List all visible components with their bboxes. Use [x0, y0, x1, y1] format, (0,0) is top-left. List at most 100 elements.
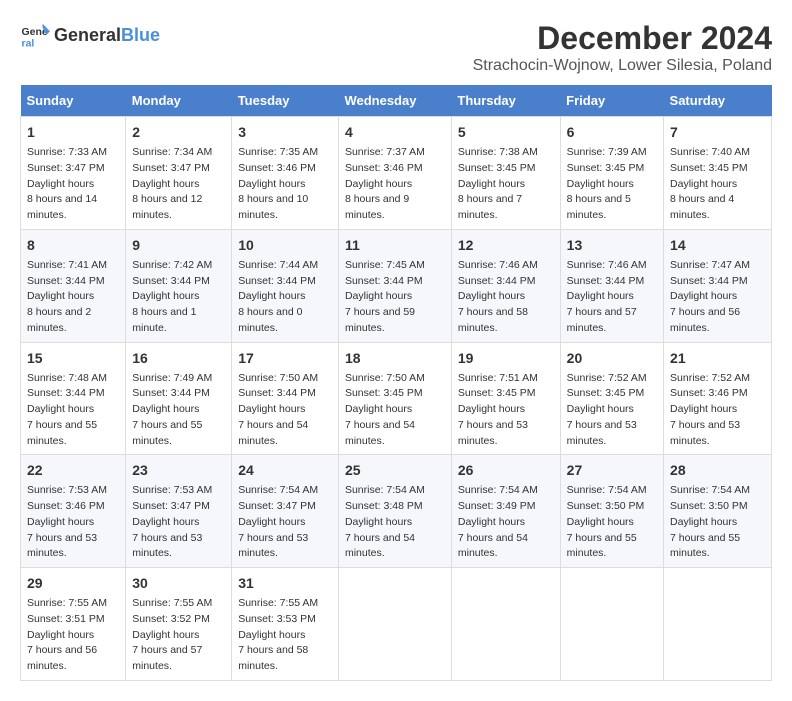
- day-info: Sunrise: 7:53 AMSunset: 3:47 PMDaylight …: [132, 483, 225, 562]
- calendar-week-row: 1Sunrise: 7:33 AMSunset: 3:47 PMDaylight…: [21, 117, 772, 230]
- day-info: Sunrise: 7:53 AMSunset: 3:46 PMDaylight …: [27, 483, 119, 562]
- day-info: Sunrise: 7:52 AMSunset: 3:46 PMDaylight …: [670, 371, 765, 450]
- calendar-week-row: 22Sunrise: 7:53 AMSunset: 3:46 PMDayligh…: [21, 455, 772, 568]
- day-number: 30: [132, 573, 225, 594]
- day-info: Sunrise: 7:50 AMSunset: 3:45 PMDaylight …: [345, 371, 445, 450]
- calendar-cell: 30Sunrise: 7:55 AMSunset: 3:52 PMDayligh…: [126, 568, 232, 681]
- day-number: 16: [132, 348, 225, 369]
- day-info: Sunrise: 7:41 AMSunset: 3:44 PMDaylight …: [27, 258, 119, 337]
- day-info: Sunrise: 7:46 AMSunset: 3:44 PMDaylight …: [567, 258, 657, 337]
- day-number: 3: [238, 122, 332, 143]
- page-subtitle: Strachocin-Wojnow, Lower Silesia, Poland: [473, 57, 772, 75]
- calendar-cell: 28Sunrise: 7:54 AMSunset: 3:50 PMDayligh…: [664, 455, 772, 568]
- day-info: Sunrise: 7:35 AMSunset: 3:46 PMDaylight …: [238, 145, 332, 224]
- calendar-cell: 5Sunrise: 7:38 AMSunset: 3:45 PMDaylight…: [451, 117, 560, 230]
- calendar-cell: 10Sunrise: 7:44 AMSunset: 3:44 PMDayligh…: [232, 229, 339, 342]
- day-number: 11: [345, 235, 445, 256]
- logo: Gene ral GeneralBlue: [20, 20, 160, 50]
- day-info: Sunrise: 7:55 AMSunset: 3:52 PMDaylight …: [132, 596, 225, 675]
- day-info: Sunrise: 7:52 AMSunset: 3:45 PMDaylight …: [567, 371, 657, 450]
- day-number: 27: [567, 460, 657, 481]
- calendar-cell: 16Sunrise: 7:49 AMSunset: 3:44 PMDayligh…: [126, 342, 232, 455]
- day-info: Sunrise: 7:50 AMSunset: 3:44 PMDaylight …: [238, 371, 332, 450]
- day-info: Sunrise: 7:42 AMSunset: 3:44 PMDaylight …: [132, 258, 225, 337]
- calendar-header-row: SundayMondayTuesdayWednesdayThursdayFrid…: [21, 85, 772, 117]
- calendar-cell: 31Sunrise: 7:55 AMSunset: 3:53 PMDayligh…: [232, 568, 339, 681]
- logo-icon: Gene ral: [20, 20, 50, 50]
- calendar-cell: 23Sunrise: 7:53 AMSunset: 3:47 PMDayligh…: [126, 455, 232, 568]
- calendar-cell: 22Sunrise: 7:53 AMSunset: 3:46 PMDayligh…: [21, 455, 126, 568]
- calendar-cell: 7Sunrise: 7:40 AMSunset: 3:45 PMDaylight…: [664, 117, 772, 230]
- day-number: 23: [132, 460, 225, 481]
- day-info: Sunrise: 7:47 AMSunset: 3:44 PMDaylight …: [670, 258, 765, 337]
- calendar-cell: 20Sunrise: 7:52 AMSunset: 3:45 PMDayligh…: [560, 342, 663, 455]
- day-info: Sunrise: 7:48 AMSunset: 3:44 PMDaylight …: [27, 371, 119, 450]
- day-number: 10: [238, 235, 332, 256]
- header: Gene ral GeneralBlue December 2024 Strac…: [20, 20, 772, 75]
- calendar-cell: 24Sunrise: 7:54 AMSunset: 3:47 PMDayligh…: [232, 455, 339, 568]
- logo-blue-text: Blue: [121, 25, 160, 46]
- calendar-week-row: 29Sunrise: 7:55 AMSunset: 3:51 PMDayligh…: [21, 568, 772, 681]
- day-info: Sunrise: 7:55 AMSunset: 3:51 PMDaylight …: [27, 596, 119, 675]
- day-info: Sunrise: 7:37 AMSunset: 3:46 PMDaylight …: [345, 145, 445, 224]
- day-number: 9: [132, 235, 225, 256]
- header-thursday: Thursday: [451, 85, 560, 117]
- day-info: Sunrise: 7:39 AMSunset: 3:45 PMDaylight …: [567, 145, 657, 224]
- header-friday: Friday: [560, 85, 663, 117]
- calendar-cell: [560, 568, 663, 681]
- svg-text:ral: ral: [22, 37, 35, 49]
- day-info: Sunrise: 7:55 AMSunset: 3:53 PMDaylight …: [238, 596, 332, 675]
- day-number: 25: [345, 460, 445, 481]
- day-number: 21: [670, 348, 765, 369]
- day-number: 1: [27, 122, 119, 143]
- calendar-cell: 26Sunrise: 7:54 AMSunset: 3:49 PMDayligh…: [451, 455, 560, 568]
- header-wednesday: Wednesday: [338, 85, 451, 117]
- day-number: 8: [27, 235, 119, 256]
- calendar-cell: 29Sunrise: 7:55 AMSunset: 3:51 PMDayligh…: [21, 568, 126, 681]
- day-number: 24: [238, 460, 332, 481]
- day-info: Sunrise: 7:34 AMSunset: 3:47 PMDaylight …: [132, 145, 225, 224]
- day-info: Sunrise: 7:54 AMSunset: 3:48 PMDaylight …: [345, 483, 445, 562]
- day-info: Sunrise: 7:40 AMSunset: 3:45 PMDaylight …: [670, 145, 765, 224]
- header-tuesday: Tuesday: [232, 85, 339, 117]
- calendar-cell: 9Sunrise: 7:42 AMSunset: 3:44 PMDaylight…: [126, 229, 232, 342]
- day-info: Sunrise: 7:45 AMSunset: 3:44 PMDaylight …: [345, 258, 445, 337]
- calendar-week-row: 15Sunrise: 7:48 AMSunset: 3:44 PMDayligh…: [21, 342, 772, 455]
- day-number: 12: [458, 235, 554, 256]
- calendar-cell: 14Sunrise: 7:47 AMSunset: 3:44 PMDayligh…: [664, 229, 772, 342]
- day-number: 20: [567, 348, 657, 369]
- day-info: Sunrise: 7:54 AMSunset: 3:49 PMDaylight …: [458, 483, 554, 562]
- calendar-cell: 4Sunrise: 7:37 AMSunset: 3:46 PMDaylight…: [338, 117, 451, 230]
- day-number: 2: [132, 122, 225, 143]
- calendar-cell: 1Sunrise: 7:33 AMSunset: 3:47 PMDaylight…: [21, 117, 126, 230]
- day-info: Sunrise: 7:51 AMSunset: 3:45 PMDaylight …: [458, 371, 554, 450]
- calendar-cell: 19Sunrise: 7:51 AMSunset: 3:45 PMDayligh…: [451, 342, 560, 455]
- day-number: 29: [27, 573, 119, 594]
- calendar-cell: 13Sunrise: 7:46 AMSunset: 3:44 PMDayligh…: [560, 229, 663, 342]
- day-info: Sunrise: 7:54 AMSunset: 3:50 PMDaylight …: [670, 483, 765, 562]
- day-number: 26: [458, 460, 554, 481]
- calendar-cell: [338, 568, 451, 681]
- calendar-cell: 8Sunrise: 7:41 AMSunset: 3:44 PMDaylight…: [21, 229, 126, 342]
- day-number: 6: [567, 122, 657, 143]
- page-title: December 2024: [473, 20, 772, 57]
- day-number: 14: [670, 235, 765, 256]
- day-number: 5: [458, 122, 554, 143]
- calendar-table: SundayMondayTuesdayWednesdayThursdayFrid…: [20, 85, 772, 681]
- day-number: 18: [345, 348, 445, 369]
- calendar-cell: 21Sunrise: 7:52 AMSunset: 3:46 PMDayligh…: [664, 342, 772, 455]
- calendar-cell: 6Sunrise: 7:39 AMSunset: 3:45 PMDaylight…: [560, 117, 663, 230]
- day-number: 7: [670, 122, 765, 143]
- calendar-cell: 25Sunrise: 7:54 AMSunset: 3:48 PMDayligh…: [338, 455, 451, 568]
- day-info: Sunrise: 7:38 AMSunset: 3:45 PMDaylight …: [458, 145, 554, 224]
- day-info: Sunrise: 7:44 AMSunset: 3:44 PMDaylight …: [238, 258, 332, 337]
- day-number: 13: [567, 235, 657, 256]
- calendar-cell: 17Sunrise: 7:50 AMSunset: 3:44 PMDayligh…: [232, 342, 339, 455]
- header-saturday: Saturday: [664, 85, 772, 117]
- day-number: 31: [238, 573, 332, 594]
- header-sunday: Sunday: [21, 85, 126, 117]
- day-number: 15: [27, 348, 119, 369]
- calendar-cell: 12Sunrise: 7:46 AMSunset: 3:44 PMDayligh…: [451, 229, 560, 342]
- calendar-cell: 15Sunrise: 7:48 AMSunset: 3:44 PMDayligh…: [21, 342, 126, 455]
- day-number: 22: [27, 460, 119, 481]
